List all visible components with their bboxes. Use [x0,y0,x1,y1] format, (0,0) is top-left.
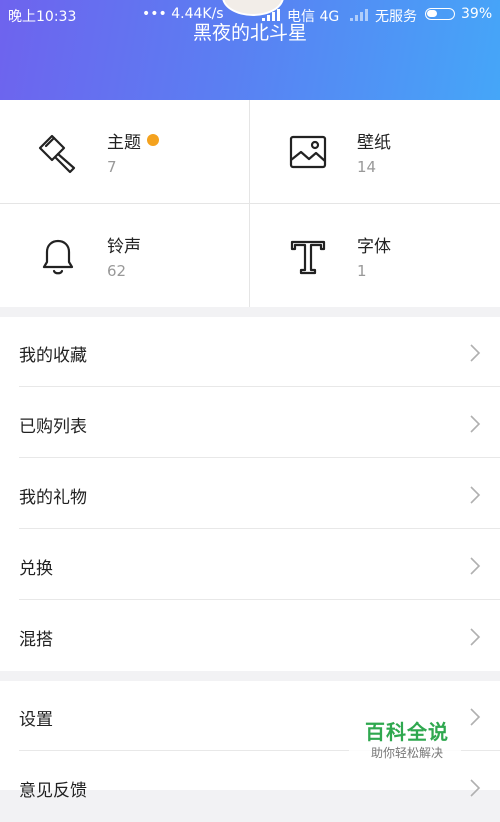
chevron-right-icon [470,779,481,797]
paintbrush-icon [38,134,76,174]
menu-item-label: 我的收藏 [19,346,87,366]
chevron-right-icon [470,708,481,726]
menu-item-label: 混搭 [19,630,53,650]
menu-item-label: 兑换 [19,559,53,579]
row-divider [19,386,500,387]
menu-item-label: 意见反馈 [19,781,87,801]
chevron-right-icon [470,415,481,433]
category-wallpaper[interactable]: 壁纸 14 [250,100,499,203]
menu-group-main: 我的收藏 已购列表 我的礼物 兑换 混搭 [0,317,500,671]
category-label: 字体 [357,237,391,257]
grid-divider [0,203,500,204]
row-divider [19,528,500,529]
profile-name: 黑夜的北斗星 [192,22,307,44]
menu-item-label: 设置 [19,710,53,730]
row-divider [19,457,500,458]
category-font[interactable]: 字体 1 [250,204,499,307]
category-count: 7 [107,158,117,176]
category-count: 14 [357,158,377,176]
menu-item-label: 我的礼物 [19,488,87,508]
category-count: 1 [357,262,367,280]
menu-item-mix[interactable]: 混搭 [0,601,500,671]
row-divider [19,599,500,600]
picture-icon [289,135,327,169]
new-badge-dot [147,134,159,146]
font-t-icon [290,240,326,275]
bell-icon [42,239,74,275]
category-label: 主题 [107,128,159,153]
chevron-right-icon [470,557,481,575]
watermark-subtitle: 助你轻松解决 [371,746,444,760]
watermark-title: 百科全说 [365,720,449,744]
menu-item-favorites[interactable]: 我的收藏 [0,317,500,387]
menu-item-label: 已购列表 [19,417,87,437]
chevron-right-icon [470,344,481,362]
menu-item-purchased[interactable]: 已购列表 [0,388,500,458]
category-ringtone[interactable]: 铃声 62 [0,204,249,307]
category-theme[interactable]: 主题 7 [0,100,249,203]
category-count: 62 [107,262,127,280]
profile-header: 晚上10:33 ••• 4.44K/s 电信 4G 无服务 39% 黑夜的北斗星 [0,0,500,100]
watermark-logo: 百科全说 助你轻松解决 [349,710,461,766]
chevron-right-icon [470,628,481,646]
category-label: 铃声 [107,237,141,257]
battery-fill [427,10,437,17]
menu-item-redeem[interactable]: 兑换 [0,530,500,600]
chevron-right-icon [470,486,481,504]
category-grid: 主题 7 壁纸 14 铃声 62 字体 1 [0,100,500,307]
menu-item-gifts[interactable]: 我的礼物 [0,459,500,529]
category-label: 壁纸 [357,133,391,153]
